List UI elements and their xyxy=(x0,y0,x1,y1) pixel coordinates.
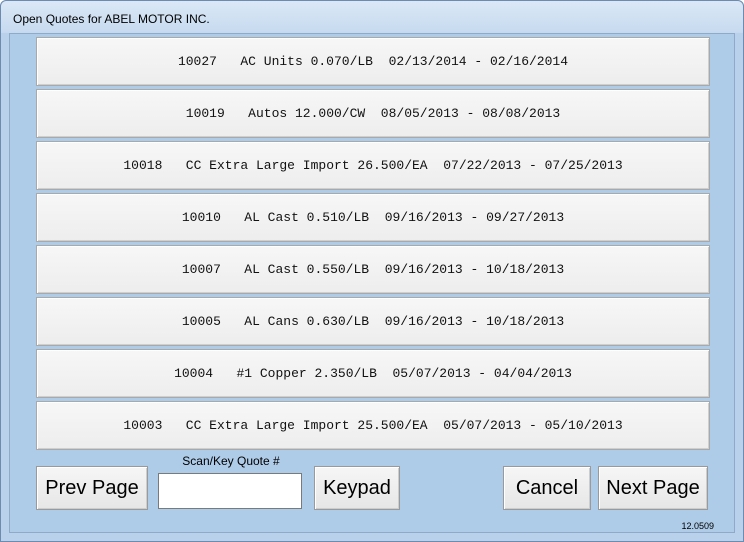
quote-button[interactable]: 10018 CC Extra Large Import 26.500/EA 07… xyxy=(36,141,710,190)
cancel-button[interactable]: Cancel xyxy=(503,466,591,510)
quote-button[interactable]: 10027 AC Units 0.070/LB 02/13/2014 - 02/… xyxy=(36,37,710,86)
quote-button[interactable]: 10019 Autos 12.000/CW 08/05/2013 - 08/08… xyxy=(36,89,710,138)
title-bar[interactable]: Open Quotes for ABEL MOTOR INC. xyxy=(1,1,743,33)
scan-quote-input[interactable] xyxy=(158,473,302,509)
quote-button[interactable]: 10010 AL Cast 0.510/LB 09/16/2013 - 09/2… xyxy=(36,193,710,242)
quote-button[interactable]: 10003 CC Extra Large Import 25.500/EA 05… xyxy=(36,401,710,450)
quote-button[interactable]: 10007 AL Cast 0.550/LB 09/16/2013 - 10/1… xyxy=(36,245,710,294)
quote-list: 10027 AC Units 0.070/LB 02/13/2014 - 02/… xyxy=(36,37,710,453)
window-title: Open Quotes for ABEL MOTOR INC. xyxy=(13,12,210,26)
open-quotes-window: Open Quotes for ABEL MOTOR INC. 10027 AC… xyxy=(0,0,744,542)
keypad-button[interactable]: Keypad xyxy=(314,466,400,510)
version-label: 12.0509 xyxy=(681,521,714,531)
prev-page-button[interactable]: Prev Page xyxy=(36,466,148,510)
quote-button[interactable]: 10004 #1 Copper 2.350/LB 05/07/2013 - 04… xyxy=(36,349,710,398)
next-page-button[interactable]: Next Page xyxy=(598,466,708,510)
quotes-panel: 10027 AC Units 0.070/LB 02/13/2014 - 02/… xyxy=(9,33,735,533)
quote-button[interactable]: 10005 AL Cans 0.630/LB 09/16/2013 - 10/1… xyxy=(36,297,710,346)
scan-quote-label: Scan/Key Quote # xyxy=(182,454,280,468)
